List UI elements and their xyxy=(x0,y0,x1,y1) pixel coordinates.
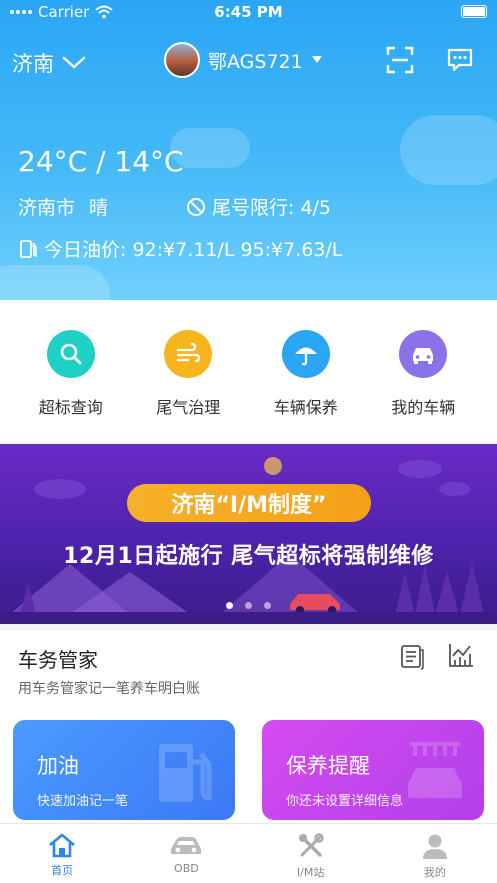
clock: 6:45 PM xyxy=(214,3,283,21)
city-selector[interactable]: 济南 xyxy=(12,48,86,78)
umbrella-icon xyxy=(281,330,330,378)
profile-icon xyxy=(422,834,447,859)
banner-pager[interactable] xyxy=(0,602,497,609)
tab-label: I/M站 xyxy=(296,866,325,879)
cloud-decoration xyxy=(0,265,110,300)
banner-headline: 12月1日起施行 尾气超标将强制维修 xyxy=(63,544,434,569)
car-wash-icon xyxy=(408,742,462,798)
tab-bar: 首页 OBD I/M站 我的 xyxy=(0,823,497,883)
card-title: 保养提醒 xyxy=(286,754,370,778)
card-subtitle: 你还未设置详细信息 xyxy=(286,794,404,809)
battery-icon xyxy=(461,5,487,18)
no-entry-icon xyxy=(187,197,205,216)
quick-item-label: 车辆保养 xyxy=(273,398,338,417)
traffic-limit: 尾号限行: 4/5 xyxy=(186,193,331,220)
status-bar: Carrier 6:45 PM xyxy=(0,0,497,24)
quick-item-label: 我的车辆 xyxy=(391,398,456,417)
limit-label: 尾号限行: 4/5 xyxy=(212,197,332,219)
tab-obd[interactable]: OBD xyxy=(124,824,248,883)
quick-item-overlimit-query[interactable]: 超标查询 xyxy=(12,300,130,444)
quick-menu: 超标查询 尾气治理 车辆保养 我的车辆 xyxy=(0,300,497,444)
cloud-decoration xyxy=(400,115,497,185)
car-icon xyxy=(171,837,202,854)
fuel-card[interactable]: 加油 快速加油记一笔 xyxy=(13,720,235,820)
chart-icon xyxy=(449,644,473,667)
pager-dot[interactable] xyxy=(245,602,252,609)
tab-home[interactable]: 首页 xyxy=(0,824,124,883)
caret-down-icon xyxy=(311,56,322,63)
chevron-down-icon xyxy=(62,56,86,69)
header-area: Carrier 6:45 PM 济南 鄂AGS721 24°C / 14°C 济… xyxy=(0,0,497,300)
weather-line: 济南市 晴 xyxy=(18,193,108,220)
ledger-button[interactable] xyxy=(398,642,426,670)
oil-price: 今日油价: 92:¥7.11/L 95:¥7.63/L xyxy=(18,235,342,262)
message-icon xyxy=(447,48,473,72)
quick-item-label: 超标查询 xyxy=(38,398,103,417)
avatar xyxy=(164,42,200,78)
fuel-pump-icon xyxy=(159,744,212,802)
car-icon xyxy=(399,330,448,378)
top-bar: 济南 鄂AGS721 xyxy=(0,40,497,84)
fuel-icon xyxy=(20,239,37,258)
promo-banner[interactable]: 济南“I/M制度” 12月1日起施行 尾气超标将强制维修 xyxy=(0,444,497,624)
message-button[interactable] xyxy=(444,44,476,76)
quick-item-label: 尾气治理 xyxy=(156,398,221,417)
card-subtitle: 快速加油记一笔 xyxy=(37,794,129,809)
weather-city: 济南市 xyxy=(18,197,76,219)
banner-illustration xyxy=(0,457,497,624)
maintenance-reminder-card[interactable]: 保养提醒 你还未设置详细信息 xyxy=(262,720,484,820)
section-subtitle: 用车务管家记一笔养车明白账 xyxy=(18,681,200,697)
search-icon xyxy=(46,330,95,378)
plate-label: 鄂AGS721 xyxy=(208,50,303,73)
vehicle-selector[interactable]: 鄂AGS721 xyxy=(164,42,323,78)
quick-item-vehicle-maintenance[interactable]: 车辆保养 xyxy=(247,300,365,444)
pager-dot[interactable] xyxy=(226,602,233,609)
weather-condition: 晴 xyxy=(89,197,109,219)
temperature: 24°C / 14°C xyxy=(18,145,184,178)
pager-dot[interactable] xyxy=(264,602,271,609)
tab-im-station[interactable]: I/M站 xyxy=(249,824,373,883)
tab-label: 我的 xyxy=(423,866,446,879)
tab-label: 首页 xyxy=(51,864,74,877)
scan-icon xyxy=(386,46,414,74)
car-manager-section: 车务管家 用车务管家记一笔养车明白账 加油 快速加油记一笔 保养提醒 你还未设置… xyxy=(0,630,497,825)
quick-item-my-vehicle[interactable]: 我的车辆 xyxy=(365,300,483,444)
card-title: 加油 xyxy=(37,754,79,778)
oil-price-label: 今日油价: 92:¥7.11/L 95:¥7.63/L xyxy=(44,239,343,261)
city-label: 济南 xyxy=(12,52,54,76)
ledger-icon xyxy=(401,645,424,670)
tools-icon xyxy=(298,833,324,857)
scan-button[interactable] xyxy=(384,44,416,76)
section-title: 车务管家 xyxy=(18,648,98,672)
banner-pill: 济南“I/M制度” xyxy=(127,484,371,522)
tab-mine[interactable]: 我的 xyxy=(373,824,497,883)
tab-label: OBD xyxy=(174,862,199,875)
home-icon xyxy=(49,833,75,858)
wind-icon xyxy=(164,330,213,378)
stats-button[interactable] xyxy=(446,640,476,670)
quick-item-exhaust-treatment[interactable]: 尾气治理 xyxy=(130,300,248,444)
